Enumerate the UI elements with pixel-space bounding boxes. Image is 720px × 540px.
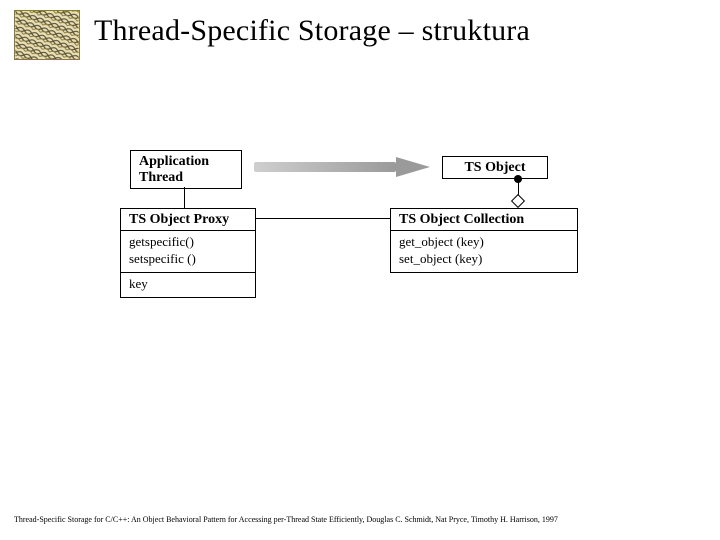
- slide-title: Thread-Specific Storage – struktura: [94, 14, 530, 48]
- footer-citation: Thread-Specific Storage for C/C++: An Ob…: [14, 515, 706, 524]
- uses-arrow: [250, 154, 434, 180]
- box-label: Application Thread: [131, 151, 241, 188]
- box-label: TS Object: [443, 157, 547, 178]
- box-methods: getspecific() setspecific (): [121, 231, 255, 273]
- box-ts-object-proxy: TS Object Proxy getspecific() setspecifi…: [120, 208, 256, 298]
- box-methods: get_object (key) set_object (key): [391, 231, 577, 272]
- box-ts-object-collection: TS Object Collection get_object (key) se…: [390, 208, 578, 273]
- box-label: TS Object Proxy: [121, 209, 255, 231]
- slide-root: Thread-Specific Storage – struktura Appl…: [0, 0, 720, 540]
- aggregation-diamond-icon: [511, 194, 525, 208]
- multiplicity-dot-icon: [514, 175, 522, 183]
- uml-diagram: Application Thread TS Object TS Object P…: [120, 150, 600, 340]
- assoc-proxy-collection: [256, 218, 390, 219]
- box-ts-object: TS Object: [442, 156, 548, 179]
- box-label: TS Object Collection: [391, 209, 577, 231]
- box-attrs: key: [121, 273, 255, 297]
- logo: [14, 10, 80, 60]
- box-application-thread: Application Thread: [130, 150, 242, 189]
- assoc-app-proxy: [184, 187, 185, 208]
- weave-icon: [15, 11, 79, 59]
